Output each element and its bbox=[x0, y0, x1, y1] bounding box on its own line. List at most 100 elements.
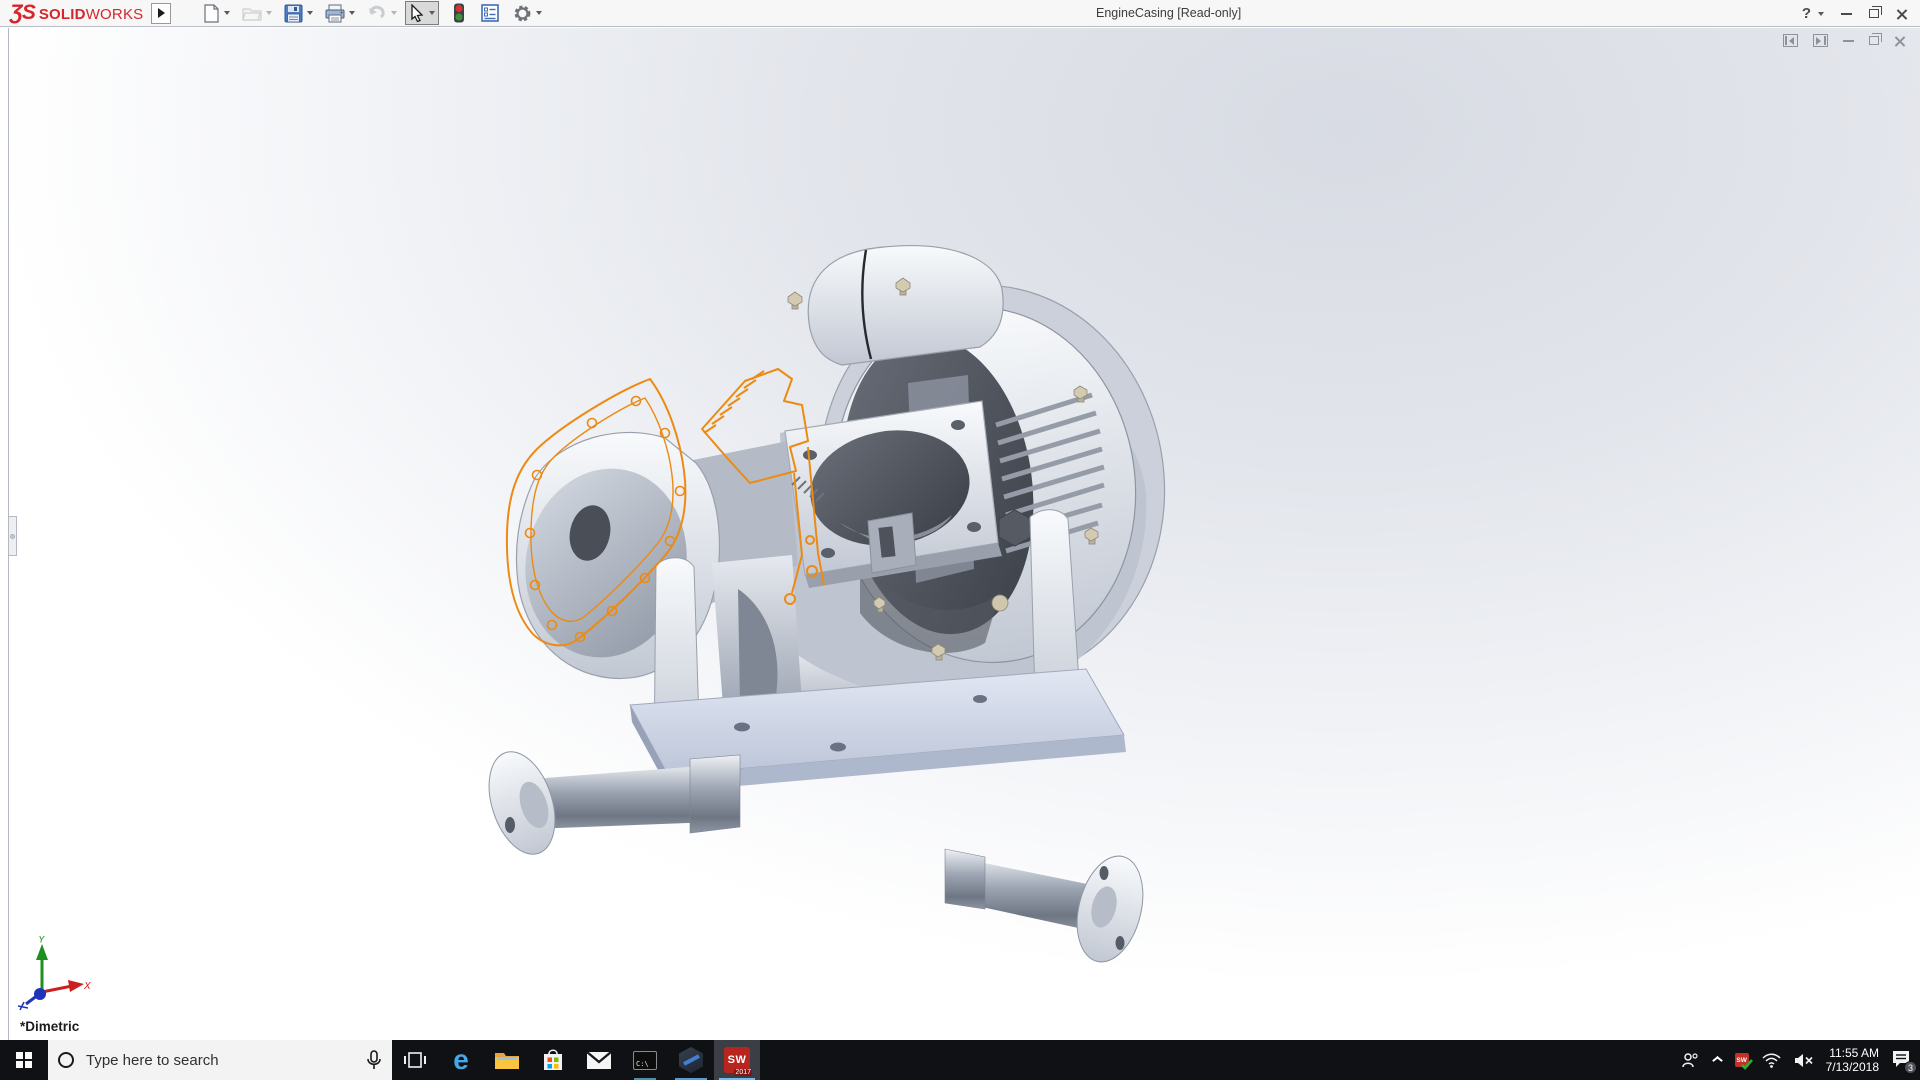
undo-dropdown-caret[interactable] bbox=[391, 11, 398, 15]
new-document-button[interactable] bbox=[199, 1, 234, 26]
options-dropdown-caret[interactable] bbox=[536, 11, 543, 15]
clock-time: 11:55 AM bbox=[1829, 1046, 1879, 1060]
new-dropdown-caret[interactable] bbox=[224, 11, 231, 15]
clock[interactable]: 11:55 AM 7/13/2018 bbox=[1826, 1046, 1879, 1074]
model-engine-casing[interactable] bbox=[440, 233, 1300, 973]
flyout-arrow-icon bbox=[157, 8, 165, 18]
top-cover bbox=[807, 245, 1004, 366]
next-bar-icon bbox=[1824, 36, 1826, 45]
close-button[interactable] bbox=[1896, 8, 1908, 20]
taskbar-hexagon-app[interactable] bbox=[668, 1040, 714, 1080]
action-center-button[interactable]: 3 bbox=[1892, 1050, 1917, 1074]
triad-x-label: X bbox=[83, 981, 91, 992]
sw-letters: SW bbox=[727, 1054, 747, 1066]
triad-y-label: Y bbox=[38, 936, 46, 946]
panel-tab-dot-icon bbox=[10, 533, 15, 539]
store-icon bbox=[544, 1049, 562, 1070]
wifi-icon[interactable] bbox=[1762, 1053, 1781, 1068]
title-bar: ƷS SOLID WORKS EngineCasing [Read-only] … bbox=[0, 0, 1920, 27]
taskbar-search[interactable] bbox=[48, 1040, 392, 1080]
green-check-icon bbox=[1740, 1059, 1753, 1070]
right-shaft-collar bbox=[944, 848, 986, 910]
next-arrow-icon bbox=[1816, 36, 1821, 45]
file-explorer-icon bbox=[495, 1053, 519, 1069]
options-button[interactable] bbox=[509, 1, 546, 26]
minimize-button[interactable] bbox=[1841, 12, 1852, 15]
left-shaft-hole bbox=[505, 817, 515, 833]
taskbar-mail[interactable] bbox=[576, 1040, 622, 1080]
file-properties-button[interactable] bbox=[477, 1, 503, 25]
document-minimize-button[interactable] bbox=[1843, 39, 1854, 42]
open-button[interactable] bbox=[238, 1, 276, 25]
volume-muted-icon[interactable] bbox=[1794, 1053, 1813, 1068]
taskbar-solidworks[interactable]: SW 2017 bbox=[714, 1040, 760, 1080]
help-button[interactable]: ? bbox=[1802, 5, 1811, 22]
undo-icon bbox=[369, 5, 385, 19]
document-restore-button[interactable] bbox=[1869, 33, 1882, 45]
hexagon-app-icon bbox=[679, 1047, 703, 1073]
options-gear-icon bbox=[514, 5, 531, 21]
sw-year: 2017 bbox=[734, 1069, 752, 1076]
edge-icon: e bbox=[453, 1044, 469, 1075]
prev-arrow-icon bbox=[1789, 36, 1794, 45]
search-input[interactable] bbox=[86, 1051, 366, 1069]
menu-flyout-button[interactable] bbox=[151, 2, 172, 24]
clock-date: 7/13/2018 bbox=[1825, 1060, 1879, 1074]
document-close-button[interactable] bbox=[1894, 35, 1906, 47]
system-tray: SW 11:55 AM 7/13/2018 3 bbox=[1681, 1040, 1920, 1080]
taskbar-file-explorer[interactable] bbox=[484, 1040, 530, 1080]
solidworks-logo: ƷS SOLID WORKS bbox=[10, 1, 143, 25]
select-tool-button[interactable] bbox=[405, 1, 440, 25]
next-window-button[interactable] bbox=[1813, 34, 1828, 47]
print-dropdown-caret[interactable] bbox=[349, 11, 356, 15]
save-dropdown-caret[interactable] bbox=[307, 11, 314, 15]
mail-icon bbox=[586, 1050, 612, 1069]
logo-text-solid: SOLID bbox=[38, 6, 86, 23]
people-icon[interactable] bbox=[1681, 1052, 1699, 1068]
ds-logo-glyph: ƷS bbox=[10, 1, 36, 24]
taskbar-store[interactable] bbox=[530, 1040, 576, 1080]
task-view-icon bbox=[404, 1052, 426, 1068]
print-icon bbox=[325, 4, 345, 22]
taskbar-edge[interactable]: e bbox=[438, 1040, 484, 1080]
window-controls: ? bbox=[1802, 0, 1908, 27]
undo-button[interactable] bbox=[363, 1, 401, 25]
select-cursor-icon bbox=[411, 4, 424, 22]
notification-count-badge: 3 bbox=[1904, 1061, 1917, 1074]
document-title: EngineCasing [Read-only] bbox=[1096, 6, 1242, 20]
cortana-icon bbox=[58, 1052, 74, 1068]
feature-panel-collapse-tab[interactable] bbox=[9, 516, 17, 556]
task-view-button[interactable] bbox=[392, 1040, 438, 1080]
restore-button[interactable] bbox=[1869, 6, 1882, 18]
windows-logo-icon bbox=[16, 1052, 32, 1068]
print-button[interactable] bbox=[321, 1, 359, 26]
solidworks-app-icon: SW 2017 bbox=[724, 1047, 752, 1076]
document-window-controls bbox=[1783, 33, 1906, 47]
left-shaft-collar bbox=[689, 754, 741, 834]
help-dropdown-caret[interactable] bbox=[1818, 11, 1824, 16]
taskbar-command-prompt[interactable]: C:\ bbox=[622, 1040, 668, 1080]
save-button[interactable] bbox=[280, 1, 317, 26]
logo-text-works: WORKS bbox=[85, 6, 144, 23]
solidworks-window: ƷS SOLID WORKS EngineCasing [Read-only] … bbox=[0, 0, 1920, 1080]
reference-triad: X Y bbox=[17, 936, 91, 1011]
new-document-icon bbox=[204, 3, 219, 23]
select-dropdown-caret[interactable] bbox=[429, 11, 436, 15]
open-icon bbox=[242, 8, 262, 21]
graphics-viewport[interactable]: X Y *Dimetric bbox=[0, 28, 1920, 1040]
microphone-icon[interactable] bbox=[366, 1050, 382, 1070]
quick-access-toolbar bbox=[197, 0, 548, 26]
command-prompt-icon: C:\ bbox=[633, 1050, 657, 1070]
start-button[interactable] bbox=[0, 1040, 48, 1080]
open-dropdown-caret[interactable] bbox=[266, 11, 273, 15]
file-properties-icon bbox=[481, 4, 500, 22]
rebuild-button[interactable] bbox=[449, 0, 469, 26]
previous-window-button[interactable] bbox=[1783, 34, 1798, 47]
hidden-icons-chevron[interactable] bbox=[1712, 1055, 1722, 1065]
windows-taskbar: e C:\ SW 2017 SW bbox=[0, 1040, 1920, 1080]
solidworks-monitor-tray-icon[interactable]: SW bbox=[1734, 1053, 1753, 1070]
save-icon bbox=[284, 4, 303, 22]
rebuild-stoplight-icon bbox=[454, 3, 465, 23]
view-orientation-label: *Dimetric bbox=[20, 1019, 80, 1034]
prev-bar-icon bbox=[1785, 36, 1787, 45]
